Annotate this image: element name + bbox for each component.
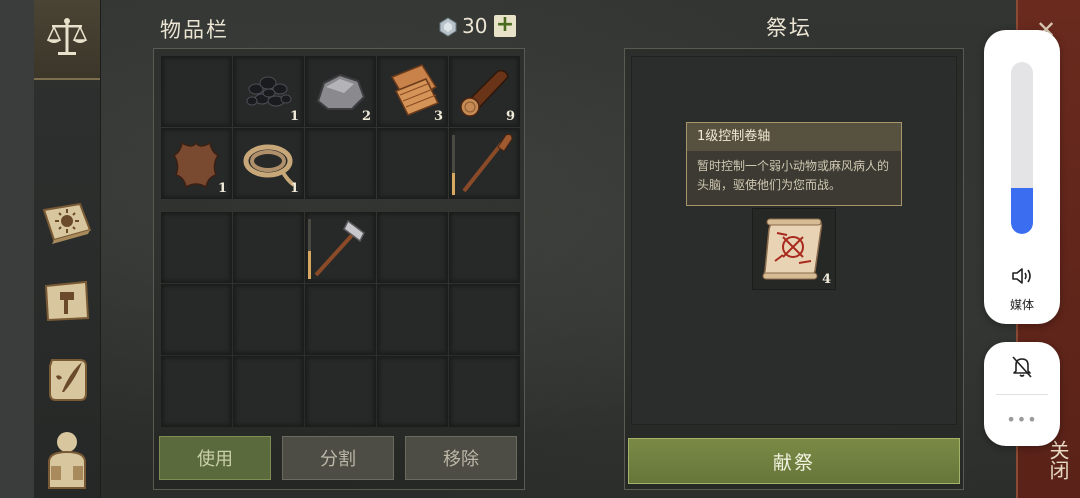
inventory-slot[interactable] — [233, 356, 304, 427]
hotbar-slot[interactable] — [305, 212, 376, 283]
inventory-slot[interactable]: 2 — [305, 56, 376, 127]
altar-title: 祭坛 — [766, 16, 812, 40]
inventory-slot[interactable]: 1 — [233, 56, 304, 127]
inventory-slot[interactable]: 3 — [377, 56, 448, 127]
volume-label: 媒体 — [1009, 298, 1034, 312]
inventory-slot[interactable] — [377, 128, 448, 199]
inventory-slot[interactable] — [449, 284, 520, 355]
inventory-slot[interactable] — [377, 356, 448, 427]
inventory-slot[interactable] — [377, 284, 448, 355]
side-navigation — [34, 0, 101, 498]
item-tooltip: 1级控制卷轴 暂时控制一个弱小动物或麻风病人的头脑，驱使他们为您而战。 — [686, 122, 902, 206]
inventory-slot[interactable]: 9 — [449, 56, 520, 127]
altar-item-slot[interactable]: 4 — [752, 208, 836, 290]
tooltip-item-name: 1级控制卷轴 — [687, 123, 901, 151]
inventory-title: 物品栏 — [160, 18, 229, 42]
speaker-icon[interactable] — [1010, 264, 1034, 292]
tooltip-description: 暂时控制一个弱小动物或麻风病人的头脑，驱使他们为您而战。 — [697, 159, 890, 192]
inventory-slot[interactable] — [161, 356, 232, 427]
volume-slider-fill — [1011, 187, 1033, 234]
ringer-panel: ••• — [984, 342, 1060, 446]
nav-crafting-tab[interactable] — [34, 270, 100, 336]
inventory-slot[interactable] — [161, 284, 232, 355]
hotbar-slot[interactable] — [449, 212, 520, 283]
item-count: 4 — [821, 272, 831, 287]
inventory-slot[interactable] — [305, 284, 376, 355]
item-count: 3 — [433, 109, 443, 124]
inventory-slot[interactable] — [449, 356, 520, 427]
wooden-paddle-icon — [452, 134, 513, 195]
scales-icon — [44, 14, 90, 64]
item-count: 2 — [361, 109, 371, 124]
inventory-slot[interactable] — [449, 128, 520, 199]
volume-panel: 媒体 — [984, 30, 1060, 324]
nav-journal-tab[interactable] — [34, 192, 100, 258]
nav-quests-tab[interactable] — [34, 348, 100, 414]
nav-scales-tab[interactable] — [34, 0, 100, 80]
offer-button[interactable]: 献祭 — [628, 438, 960, 484]
inventory-slot[interactable] — [161, 56, 232, 127]
hotbar-slot[interactable] — [233, 212, 304, 283]
gem-icon — [438, 17, 458, 37]
inventory-slot[interactable] — [305, 356, 376, 427]
item-count: 9 — [505, 109, 515, 124]
stone-hammer-icon — [308, 219, 365, 279]
item-count: 1 — [289, 181, 299, 196]
remove-button[interactable]: 移除 — [405, 436, 517, 480]
close-label[interactable]: 关闭 — [1044, 440, 1073, 480]
inventory-slot[interactable] — [305, 128, 376, 199]
more-dots-icon[interactable]: ••• — [984, 410, 1060, 429]
gem-count: 30 — [462, 14, 488, 38]
nav-character-tab[interactable] — [34, 428, 100, 494]
inventory-slot[interactable]: 1 — [233, 128, 304, 199]
divider — [996, 394, 1048, 395]
item-count: 1 — [217, 181, 227, 196]
inventory-slot[interactable] — [233, 284, 304, 355]
hammer-map-icon — [42, 278, 92, 328]
hotbar-slot[interactable] — [161, 212, 232, 283]
split-button[interactable]: 分割 — [282, 436, 394, 480]
volume-slider[interactable] — [1011, 62, 1033, 234]
screen-edge — [0, 0, 34, 498]
bell-off-icon[interactable] — [1010, 354, 1034, 384]
character-icon — [41, 428, 93, 494]
sun-book-icon — [40, 200, 94, 250]
use-button[interactable]: 使用 — [159, 436, 271, 480]
hotbar-slot[interactable] — [377, 212, 448, 283]
inventory-slot[interactable]: 1 — [161, 128, 232, 199]
scroll-quill-icon — [42, 354, 92, 408]
item-count: 1 — [289, 109, 299, 124]
add-currency-button[interactable]: + — [494, 14, 516, 37]
